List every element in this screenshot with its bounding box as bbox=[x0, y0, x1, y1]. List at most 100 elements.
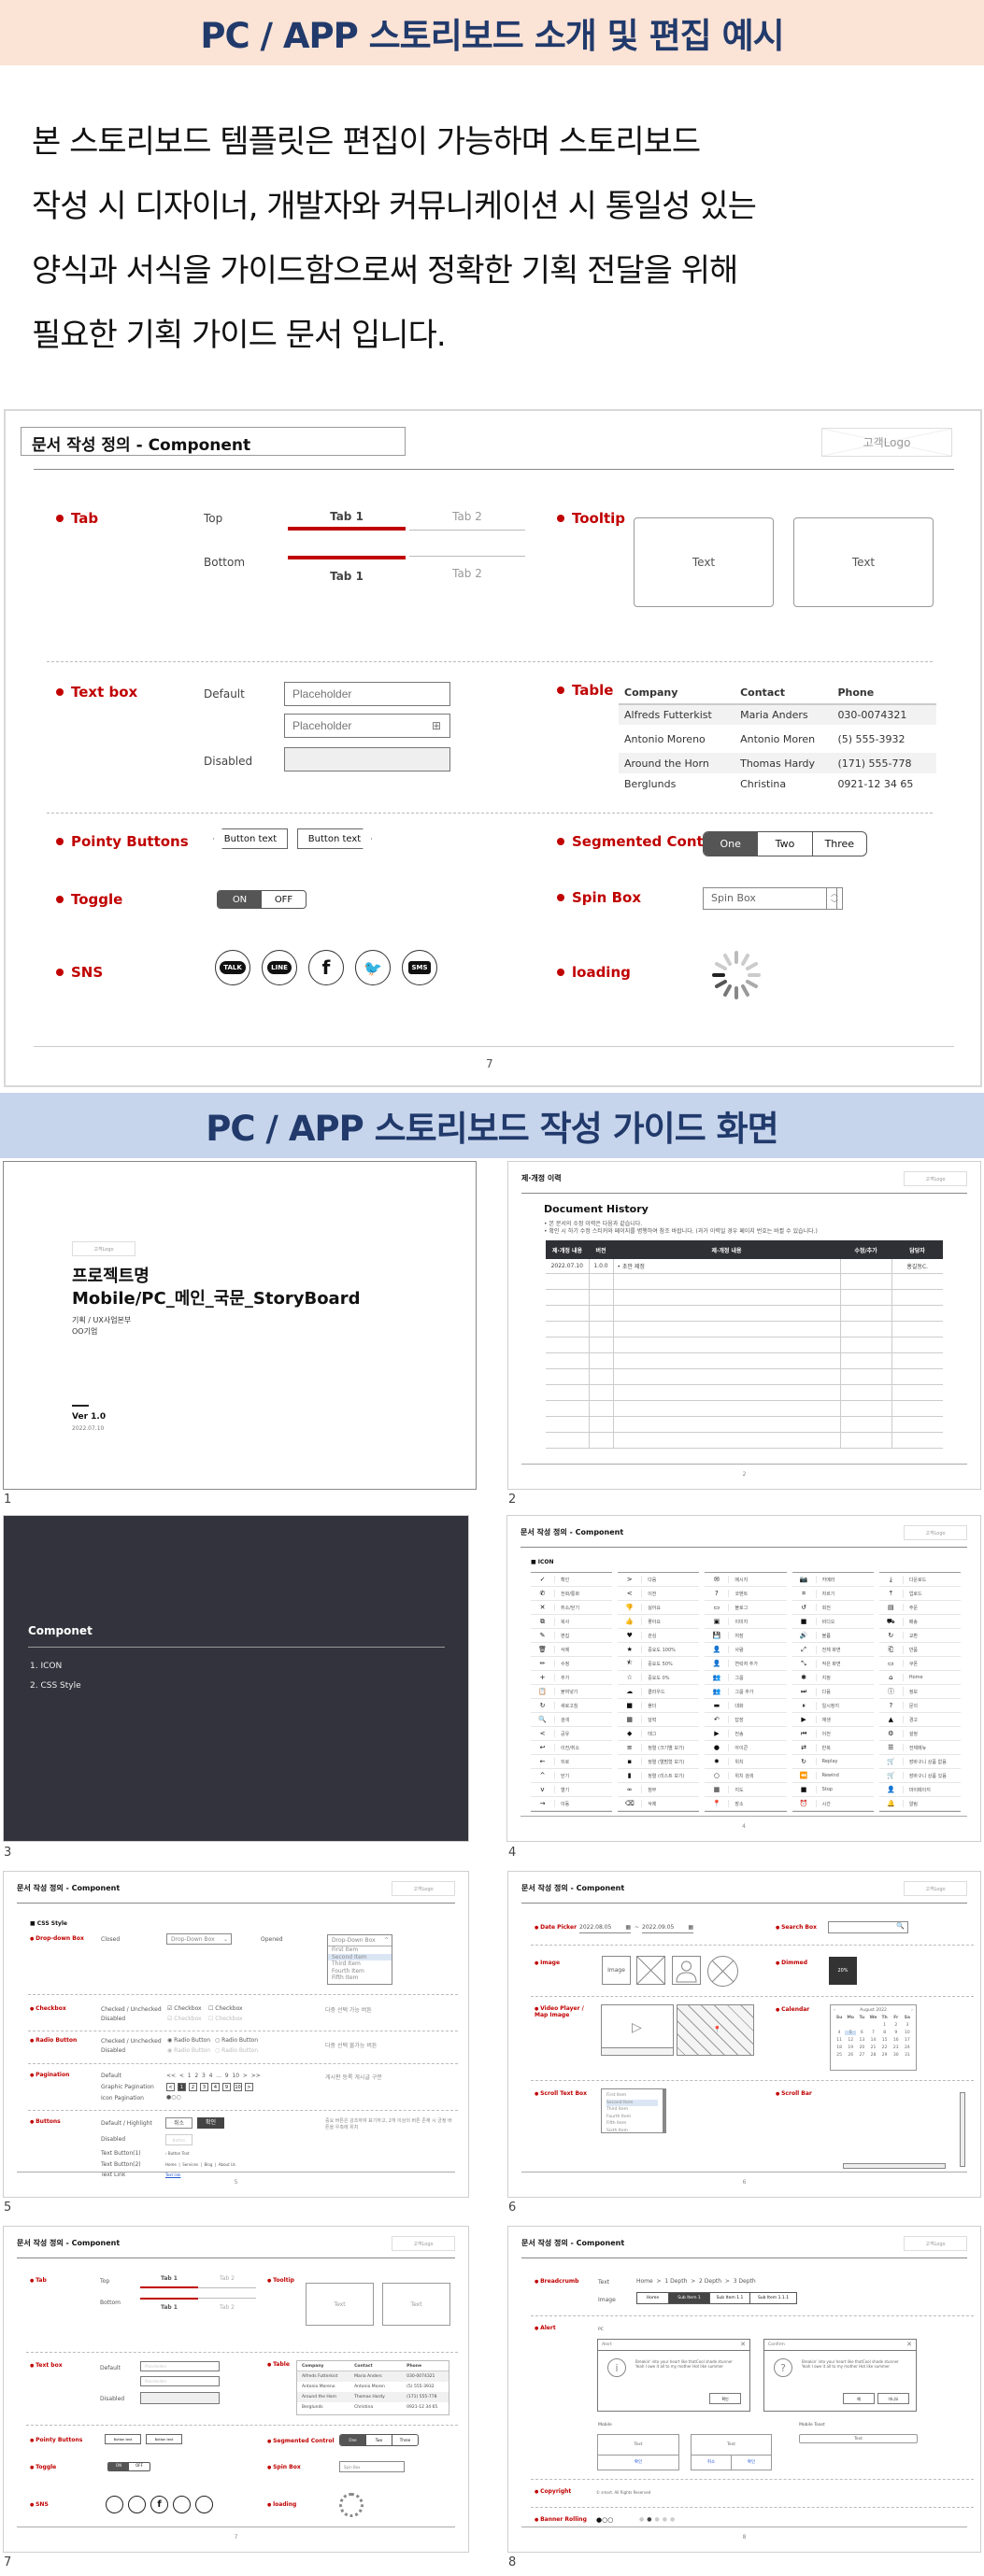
search-input[interactable]: 🔍 bbox=[828, 1921, 908, 1933]
toc-item[interactable]: 2. CSS Style bbox=[30, 1681, 81, 1691]
mobile-ok-button[interactable]: 확인 bbox=[732, 2456, 771, 2470]
calendar-day[interactable]: 4 bbox=[834, 2031, 845, 2035]
confirm-no-button[interactable]: 아니오 bbox=[877, 2393, 909, 2404]
line-icon[interactable] bbox=[128, 2496, 146, 2513]
text-button[interactable]: › Button Text bbox=[165, 2151, 190, 2156]
page-button[interactable]: 2 bbox=[189, 2083, 197, 2091]
search-icon[interactable]: 🔍 bbox=[896, 1922, 905, 1930]
page-button[interactable]: 4 bbox=[211, 2083, 220, 2091]
calendar-day[interactable]: 28 bbox=[867, 2053, 878, 2058]
page-button[interactable]: 10 bbox=[234, 2083, 242, 2091]
twitter-icon[interactable] bbox=[173, 2496, 191, 2513]
calendar-day[interactable]: 17 bbox=[902, 2038, 913, 2043]
label-spin-box[interactable]: Spin Box bbox=[557, 889, 641, 906]
dropdown-option[interactable]: Fourth Item bbox=[328, 1968, 392, 1975]
calendar-day[interactable]: 11 bbox=[834, 2038, 845, 2043]
slide-thumb-4[interactable]: 문서 작성 정의 - Component 고객Logo ■ ICON ✓ 확인 ✆ 전… bbox=[506, 1515, 981, 1842]
scroll-textbox[interactable]: First Item Second Item Third Item Fourth It… bbox=[601, 2088, 666, 2133]
calendar-day[interactable]: 26 bbox=[845, 2053, 856, 2058]
close-icon[interactable]: ✕ bbox=[906, 2340, 912, 2350]
calendar-day[interactable]: 12 bbox=[845, 2038, 856, 2043]
next-month-icon[interactable]: › bbox=[911, 2008, 913, 2013]
dropdown-option[interactable]: Second Item bbox=[328, 1953, 392, 1960]
video-player[interactable]: ▷ bbox=[601, 2004, 674, 2056]
clear-icon[interactable]: ⊞ bbox=[432, 719, 441, 732]
pointy-button-right[interactable]: Button text bbox=[146, 2434, 182, 2444]
calendar-day[interactable]: 2 bbox=[891, 2023, 902, 2028]
page-button[interactable]: 3 bbox=[200, 2083, 208, 2091]
calendar-day[interactable]: 8 bbox=[879, 2031, 891, 2035]
horizontal-scrollbar[interactable] bbox=[843, 2163, 946, 2169]
calendar-day[interactable]: 10 bbox=[902, 2031, 913, 2035]
calendar-day[interactable]: 20 bbox=[856, 2045, 867, 2050]
calendar-day[interactable]: 15 bbox=[879, 2038, 891, 2043]
play-icon[interactable]: ▷ bbox=[632, 2020, 642, 2035]
facebook-icon[interactable]: f bbox=[308, 950, 344, 985]
date-from-input[interactable]: 2022.08.05 ▦ bbox=[579, 1924, 631, 1933]
breadcrumb-item-active[interactable]: Sub Item 1 bbox=[669, 2293, 709, 2303]
text-link[interactable]: Text link bbox=[165, 2173, 180, 2177]
spin-box-input[interactable]: Spin Box bbox=[339, 2461, 405, 2472]
page-button[interactable]: 9 bbox=[222, 2083, 231, 2091]
alert-ok-button[interactable]: 확인 bbox=[709, 2393, 741, 2404]
slide-thumb-2[interactable]: 제·개정 이력 고객Logo Document History • 본 문서의 … bbox=[507, 1161, 981, 1490]
banner-dots-outline[interactable]: ●○○ bbox=[596, 2516, 613, 2524]
calendar-day[interactable]: 22 bbox=[879, 2045, 891, 2050]
breadcrumb-item[interactable]: Sub Item 1.1 bbox=[709, 2293, 749, 2303]
vertical-scrollbar[interactable] bbox=[960, 2092, 965, 2167]
date-to-input[interactable]: 2022.09.05 ▦ bbox=[642, 1924, 693, 1933]
kakaotalk-icon[interactable] bbox=[106, 2496, 123, 2513]
calendar-day[interactable]: 31 bbox=[902, 2053, 913, 2058]
scroll-list-item[interactable]: Sixth Item bbox=[606, 2128, 658, 2135]
calendar-day[interactable]: 7 bbox=[867, 2031, 878, 2035]
toggle-switch[interactable]: ON OFF bbox=[217, 890, 307, 909]
confirm-yes-button[interactable]: 예 bbox=[843, 2393, 875, 2404]
segment-one[interactable]: One bbox=[704, 832, 758, 856]
segment-one[interactable]: One bbox=[340, 2435, 365, 2445]
calendar-day[interactable]: 1 bbox=[879, 2023, 891, 2028]
calendar-day[interactable]: 3 bbox=[902, 2023, 913, 2028]
segment-three[interactable]: Three bbox=[392, 2435, 418, 2445]
page-button[interactable]: < bbox=[166, 2083, 175, 2091]
calendar-day[interactable]: 5 bbox=[845, 2031, 857, 2035]
slide-thumb-7[interactable]: 문서 작성 정의 - Component 고객Logo Tab Top Bott… bbox=[3, 2226, 469, 2553]
tab-bottom-2[interactable]: Tab 2 bbox=[198, 2298, 256, 2311]
pointy-button-left[interactable]: Button text bbox=[213, 828, 288, 849]
breadcrumb-text[interactable]: Home > 1 Depth > 2 Depth > 3 Depth bbox=[636, 2278, 756, 2285]
tab-top-2[interactable]: Tab 2 bbox=[409, 502, 525, 531]
scroll-list-item[interactable]: First Item bbox=[606, 2092, 658, 2100]
label-tab[interactable]: Tab bbox=[56, 510, 98, 527]
calendar-day[interactable]: 18 bbox=[834, 2045, 845, 2050]
close-icon[interactable]: ✕ bbox=[740, 2340, 746, 2350]
line-icon[interactable]: LINE bbox=[262, 950, 297, 985]
spin-box-input[interactable]: Spin Box bbox=[703, 887, 837, 910]
label-segmented-control[interactable]: Segmented Control bbox=[557, 833, 725, 850]
calendar-day[interactable]: 16 bbox=[891, 2038, 902, 2043]
calendar-day[interactable]: 14 bbox=[867, 2038, 878, 2043]
tab-bottom-2[interactable]: Tab 2 bbox=[409, 556, 525, 584]
banner-dots-filled[interactable]: ●●●●● bbox=[639, 2516, 677, 2523]
calendar-day[interactable]: 13 bbox=[856, 2038, 867, 2043]
toggle-switch[interactable]: ON OFF bbox=[107, 2462, 150, 2471]
text-button-links[interactable]: Home | Services | Blog | About Us bbox=[165, 2162, 235, 2167]
segment-two[interactable]: Two bbox=[757, 832, 811, 856]
tab-top-2[interactable]: Tab 2 bbox=[198, 2275, 256, 2288]
video-progress[interactable] bbox=[602, 2047, 673, 2055]
label-table[interactable]: Table bbox=[557, 682, 613, 699]
toc-item[interactable]: 1. ICON bbox=[30, 1662, 62, 1671]
slide-thumb-1[interactable]: 고객Logo 프로젝트명 Mobile/PC_메인_국문_StoryBoard … bbox=[3, 1161, 477, 1490]
slide-thumb-8[interactable]: 문서 작성 정의 - Component 고객Logo Breadcrumb T… bbox=[507, 2226, 981, 2553]
tab-bottom-1[interactable]: Tab 1 bbox=[140, 2298, 198, 2311]
pointy-button-right[interactable]: Button text bbox=[297, 828, 372, 849]
slide-thumb-6[interactable]: 문서 작성 정의 - Component 고객Logo Date Picker … bbox=[507, 1871, 981, 2198]
calendar-day[interactable]: 19 bbox=[845, 2045, 856, 2050]
twitter-icon[interactable]: 🐦 bbox=[355, 950, 391, 985]
radio-checked[interactable]: ◉ Radio Button bbox=[167, 2037, 210, 2044]
label-pointy-buttons[interactable]: Pointy Buttons bbox=[56, 833, 189, 850]
scroll-list-item[interactable]: Fifth Item bbox=[606, 2120, 658, 2128]
calendar-day[interactable]: 21 bbox=[867, 2045, 878, 2050]
label-toggle[interactable]: Toggle bbox=[56, 891, 122, 908]
breadcrumb-item[interactable]: Sub Item 1.1.1 bbox=[749, 2293, 796, 2303]
label-tooltip[interactable]: Tooltip bbox=[557, 510, 625, 527]
scroll-list-item[interactable]: Fourth Item bbox=[606, 2114, 658, 2121]
